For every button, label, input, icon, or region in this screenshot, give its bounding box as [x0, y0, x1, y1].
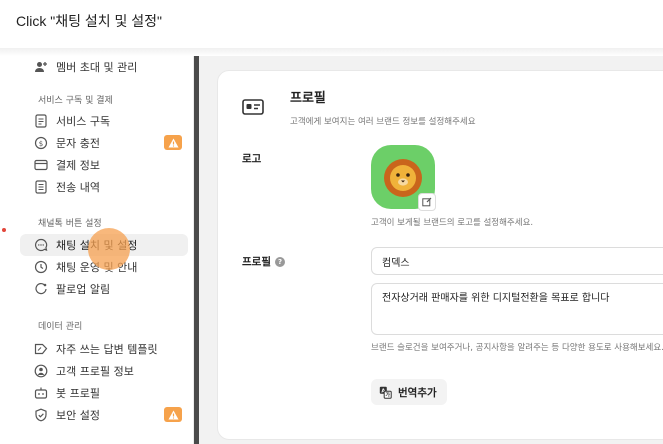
sidebar-item-followup-alert[interactable]: 팔로업 알림: [20, 278, 188, 300]
shield-icon: [34, 408, 48, 422]
brand-name-input[interactable]: 컴덱스: [371, 247, 663, 275]
main-content: 프로필 고객에게 보여지는 여러 브랜드 정보를 설정해주세요 로고 고객이 보…: [199, 56, 663, 444]
sidebar-item-label: 서비스 구독: [56, 115, 111, 128]
profile-field-label: 프로필?: [242, 254, 285, 269]
add-translation-button[interactable]: A가 번역추가: [371, 379, 447, 405]
sidebar-item-label: 보안 설정: [56, 409, 100, 422]
sidebar-item-label: 자주 쓰는 답변 템플릿: [56, 343, 158, 356]
slogan-description: 브랜드 슬로건을 보여주거나, 공지사항을 알려주는 등 다양한 용도로 사용해…: [371, 343, 663, 353]
document-icon: [34, 114, 48, 128]
add-user-icon: [34, 60, 48, 74]
banner-shadow: [0, 48, 663, 56]
logo-label: 로고: [242, 153, 262, 165]
sidebar-item-label: 문자 충전: [56, 137, 100, 150]
section-title-subscription: 서비스 구독 및 결제: [38, 96, 113, 106]
logo-description: 고객이 보게될 브랜드의 로고를 설정해주세요.: [371, 218, 534, 228]
section-title-data-management: 데이터 관리: [38, 322, 83, 332]
sidebar-item-label: 결제 정보: [56, 159, 100, 172]
sidebar-item-member-invite[interactable]: 멤버 초대 및 관리: [20, 56, 188, 78]
sidebar-item-sms-charge[interactable]: $ 문자 충전: [20, 132, 188, 154]
sidebar-item-label: 고객 프로필 정보: [56, 365, 134, 378]
lion-icon: [384, 159, 422, 197]
profile-title: 프로필: [290, 91, 326, 106]
instruction-banner: Click "채팅 설치 및 설정": [0, 0, 663, 48]
sidebar-item-send-history[interactable]: 전송 내역: [20, 176, 188, 198]
brand-slogan-textarea[interactable]: 전자상거래 판매자를 위한 디지털전환을 목표로 합니다: [371, 283, 663, 335]
sidebar-item-service-subscription[interactable]: 서비스 구독: [20, 110, 188, 132]
bell-icon: [34, 282, 48, 296]
sidebar-item-reply-templates[interactable]: 자주 쓰는 답변 템플릿: [20, 338, 188, 360]
profile-field-label-text: 프로필: [242, 256, 271, 268]
profile-card: 프로필 고객에게 보여지는 여러 브랜드 정보를 설정해주세요 로고 고객이 보…: [217, 70, 663, 440]
chat-icon: [34, 238, 48, 252]
edit-logo-icon[interactable]: [418, 193, 436, 211]
sidebar-item-payment-info[interactable]: 결제 정보: [20, 154, 188, 176]
clock-icon: [34, 260, 48, 274]
tag-icon: [34, 342, 48, 356]
svg-text:가: 가: [385, 391, 390, 398]
profile-subtitle: 고객에게 보여지는 여러 브랜드 정보를 설정해주세요: [290, 117, 476, 127]
person-circle-icon: [34, 364, 48, 378]
sidebar-item-label: 봇 프로필: [56, 387, 100, 400]
help-icon[interactable]: ?: [274, 257, 285, 267]
bot-icon: [34, 386, 48, 400]
id-card-icon: [242, 99, 264, 115]
list-icon: [34, 180, 48, 194]
left-strip: [0, 56, 14, 444]
instruction-text: Click "채팅 설치 및 설정": [16, 13, 162, 29]
sidebar-item-label: 전송 내역: [56, 181, 100, 194]
section-title-channel-button: 채널톡 버튼 설정: [38, 219, 102, 229]
sidebar-item-label: 멤버 초대 및 관리: [56, 61, 138, 74]
sidebar-item-security[interactable]: 보안 설정: [20, 404, 188, 426]
brand-slogan-value: 전자상거래 판매자를 위한 디지털전환을 목표로 합니다: [382, 293, 610, 304]
coin-icon: $: [34, 136, 48, 150]
click-target-marker: [88, 228, 130, 270]
translate-icon: A가: [379, 386, 392, 399]
warning-icon: [164, 135, 182, 150]
card-icon: [34, 158, 48, 172]
svg-text:$: $: [39, 140, 43, 148]
sidebar-item-label: 팔로업 알림: [56, 283, 111, 296]
brand-name-value: 컴덱스: [382, 257, 410, 269]
notification-dot: [2, 228, 6, 232]
sidebar-item-customer-profile[interactable]: 고객 프로필 정보: [20, 360, 188, 382]
warning-icon: [164, 407, 182, 422]
sidebar-item-bot-profile[interactable]: 봇 프로필: [20, 382, 188, 404]
add-translation-label: 번역추가: [398, 386, 437, 399]
